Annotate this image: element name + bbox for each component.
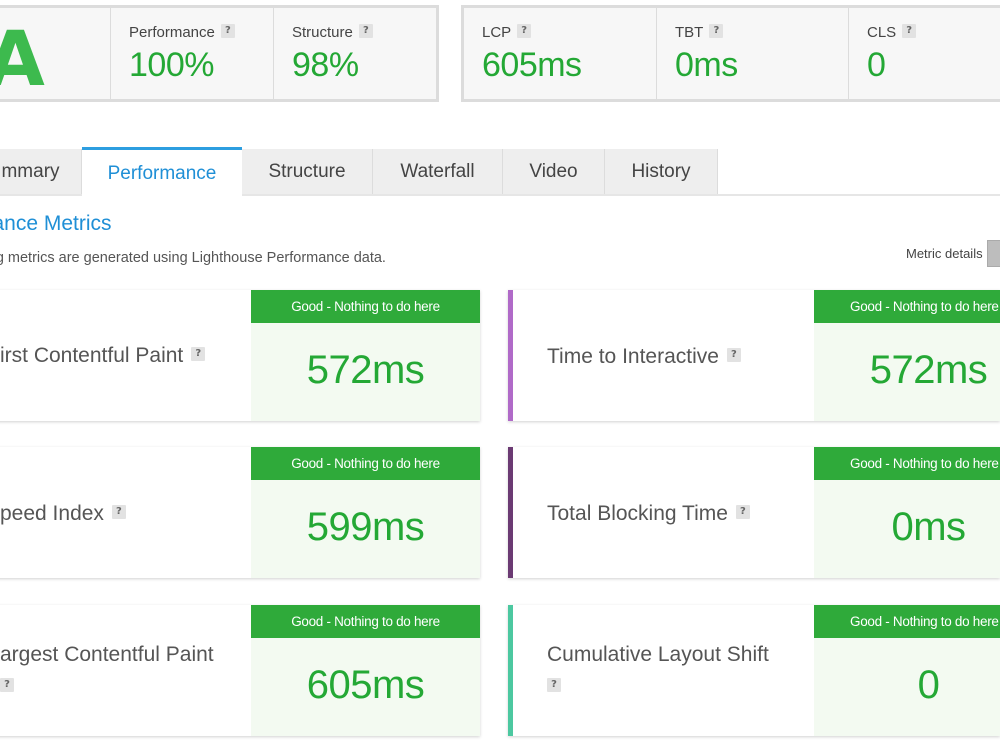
metric-accent-bar: [508, 290, 513, 421]
metric-details-label: Metric details: [906, 246, 983, 261]
grade-summary-panel: A Performance? 100% Structure? 98%: [0, 5, 439, 103]
cls-label: CLS: [867, 24, 897, 41]
metric-name: argest Contentful Paint: [0, 643, 214, 666]
help-icon[interactable]: ?: [726, 348, 741, 363]
lcp-value: 605ms: [482, 46, 582, 84]
metric-value-box: 0ms: [814, 480, 1000, 578]
metric-status-badge: Good - Nothing to do here: [251, 290, 480, 323]
tbt-label: TBT: [675, 24, 704, 41]
help-icon[interactable]: ?: [517, 24, 532, 39]
metric-card-tti: Time to Interactive? Good - Nothing to d…: [508, 290, 1000, 421]
metric-status-badge: Good - Nothing to do here: [251, 447, 480, 480]
metric-name: peed Index: [0, 502, 104, 525]
performance-score-cell: Performance? 100%: [111, 8, 274, 99]
lcp-label: LCP: [482, 24, 512, 41]
tab-waterfall[interactable]: Waterfall: [373, 149, 503, 194]
tab-summary[interactable]: mmary: [0, 149, 82, 194]
section-title: rmance Metrics: [0, 212, 112, 235]
help-icon[interactable]: ?: [220, 24, 235, 39]
metric-value-box: 605ms: [251, 638, 480, 736]
metric-value: 572ms: [306, 348, 425, 392]
metric-value-box: 0: [814, 638, 1000, 736]
metric-accent-bar: [508, 605, 513, 736]
grade-letter: A: [0, 14, 45, 103]
metric-card-tbt: Total Blocking Time? Good - Nothing to d…: [508, 447, 1000, 578]
tab-performance[interactable]: Performance: [82, 147, 242, 196]
cls-value: 0: [867, 46, 886, 84]
web-vitals-panel: LCP? 605ms TBT? 0ms CLS? 0: [461, 5, 1000, 102]
metric-status-badge: Good - Nothing to do here: [251, 605, 480, 638]
metric-value: 0ms: [891, 505, 966, 549]
metric-status-badge: Good - Nothing to do here: [814, 605, 1000, 638]
help-icon[interactable]: ?: [0, 678, 14, 693]
tab-video[interactable]: Video: [503, 149, 605, 194]
structure-score-value: 98%: [292, 46, 359, 84]
metric-name: Total Blocking Time: [547, 502, 728, 525]
metric-value-box: 572ms: [251, 323, 480, 421]
metric-card-lcp: argest Contentful Paint? Good - Nothing …: [0, 605, 480, 736]
help-icon[interactable]: ?: [902, 24, 917, 39]
metric-card-fcp: irst Contentful Paint? Good - Nothing to…: [0, 290, 480, 421]
tbt-value: 0ms: [675, 46, 738, 84]
cls-cell: CLS? 0: [849, 8, 1000, 99]
metric-accent-bar: [508, 447, 513, 578]
structure-score-cell: Structure? 98%: [274, 8, 436, 99]
structure-score-label: Structure: [292, 24, 353, 41]
performance-score-value: 100%: [129, 46, 214, 84]
tbt-cell: TBT? 0ms: [657, 8, 849, 99]
metric-card-cls: Cumulative Layout Shift? Good - Nothing …: [508, 605, 1000, 736]
metric-value: 572ms: [869, 348, 988, 392]
metric-name: Time to Interactive: [547, 345, 719, 368]
metric-status-badge: Good - Nothing to do here: [814, 447, 1000, 480]
tab-structure[interactable]: Structure: [242, 149, 373, 194]
metric-card-speed-index: peed Index? Good - Nothing to do here 59…: [0, 447, 480, 578]
section-description: owing metrics are generated using Lighth…: [0, 250, 386, 266]
metric-name: Cumulative Layout Shift: [547, 643, 769, 666]
metric-details-toggle[interactable]: [987, 240, 1000, 267]
metric-value-box: 599ms: [251, 480, 480, 578]
metric-value: 599ms: [306, 505, 425, 549]
report-tabs: mmary Performance Structure Waterfall Vi…: [0, 147, 1000, 196]
metric-status-badge: Good - Nothing to do here: [814, 290, 1000, 323]
help-icon[interactable]: ?: [709, 24, 724, 39]
metric-value-box: 572ms: [814, 323, 1000, 421]
help-icon[interactable]: ?: [111, 505, 126, 520]
metric-value: 0: [917, 663, 940, 707]
performance-score-label: Performance: [129, 24, 215, 41]
lcp-cell: LCP? 605ms: [464, 8, 657, 99]
tab-history[interactable]: History: [605, 149, 718, 194]
help-icon[interactable]: ?: [191, 347, 206, 362]
grade-cell: A: [0, 8, 111, 103]
metric-value: 605ms: [306, 663, 425, 707]
metric-name: irst Contentful Paint: [0, 344, 184, 367]
help-icon[interactable]: ?: [547, 678, 561, 693]
help-icon[interactable]: ?: [735, 505, 750, 520]
help-icon[interactable]: ?: [358, 24, 373, 39]
